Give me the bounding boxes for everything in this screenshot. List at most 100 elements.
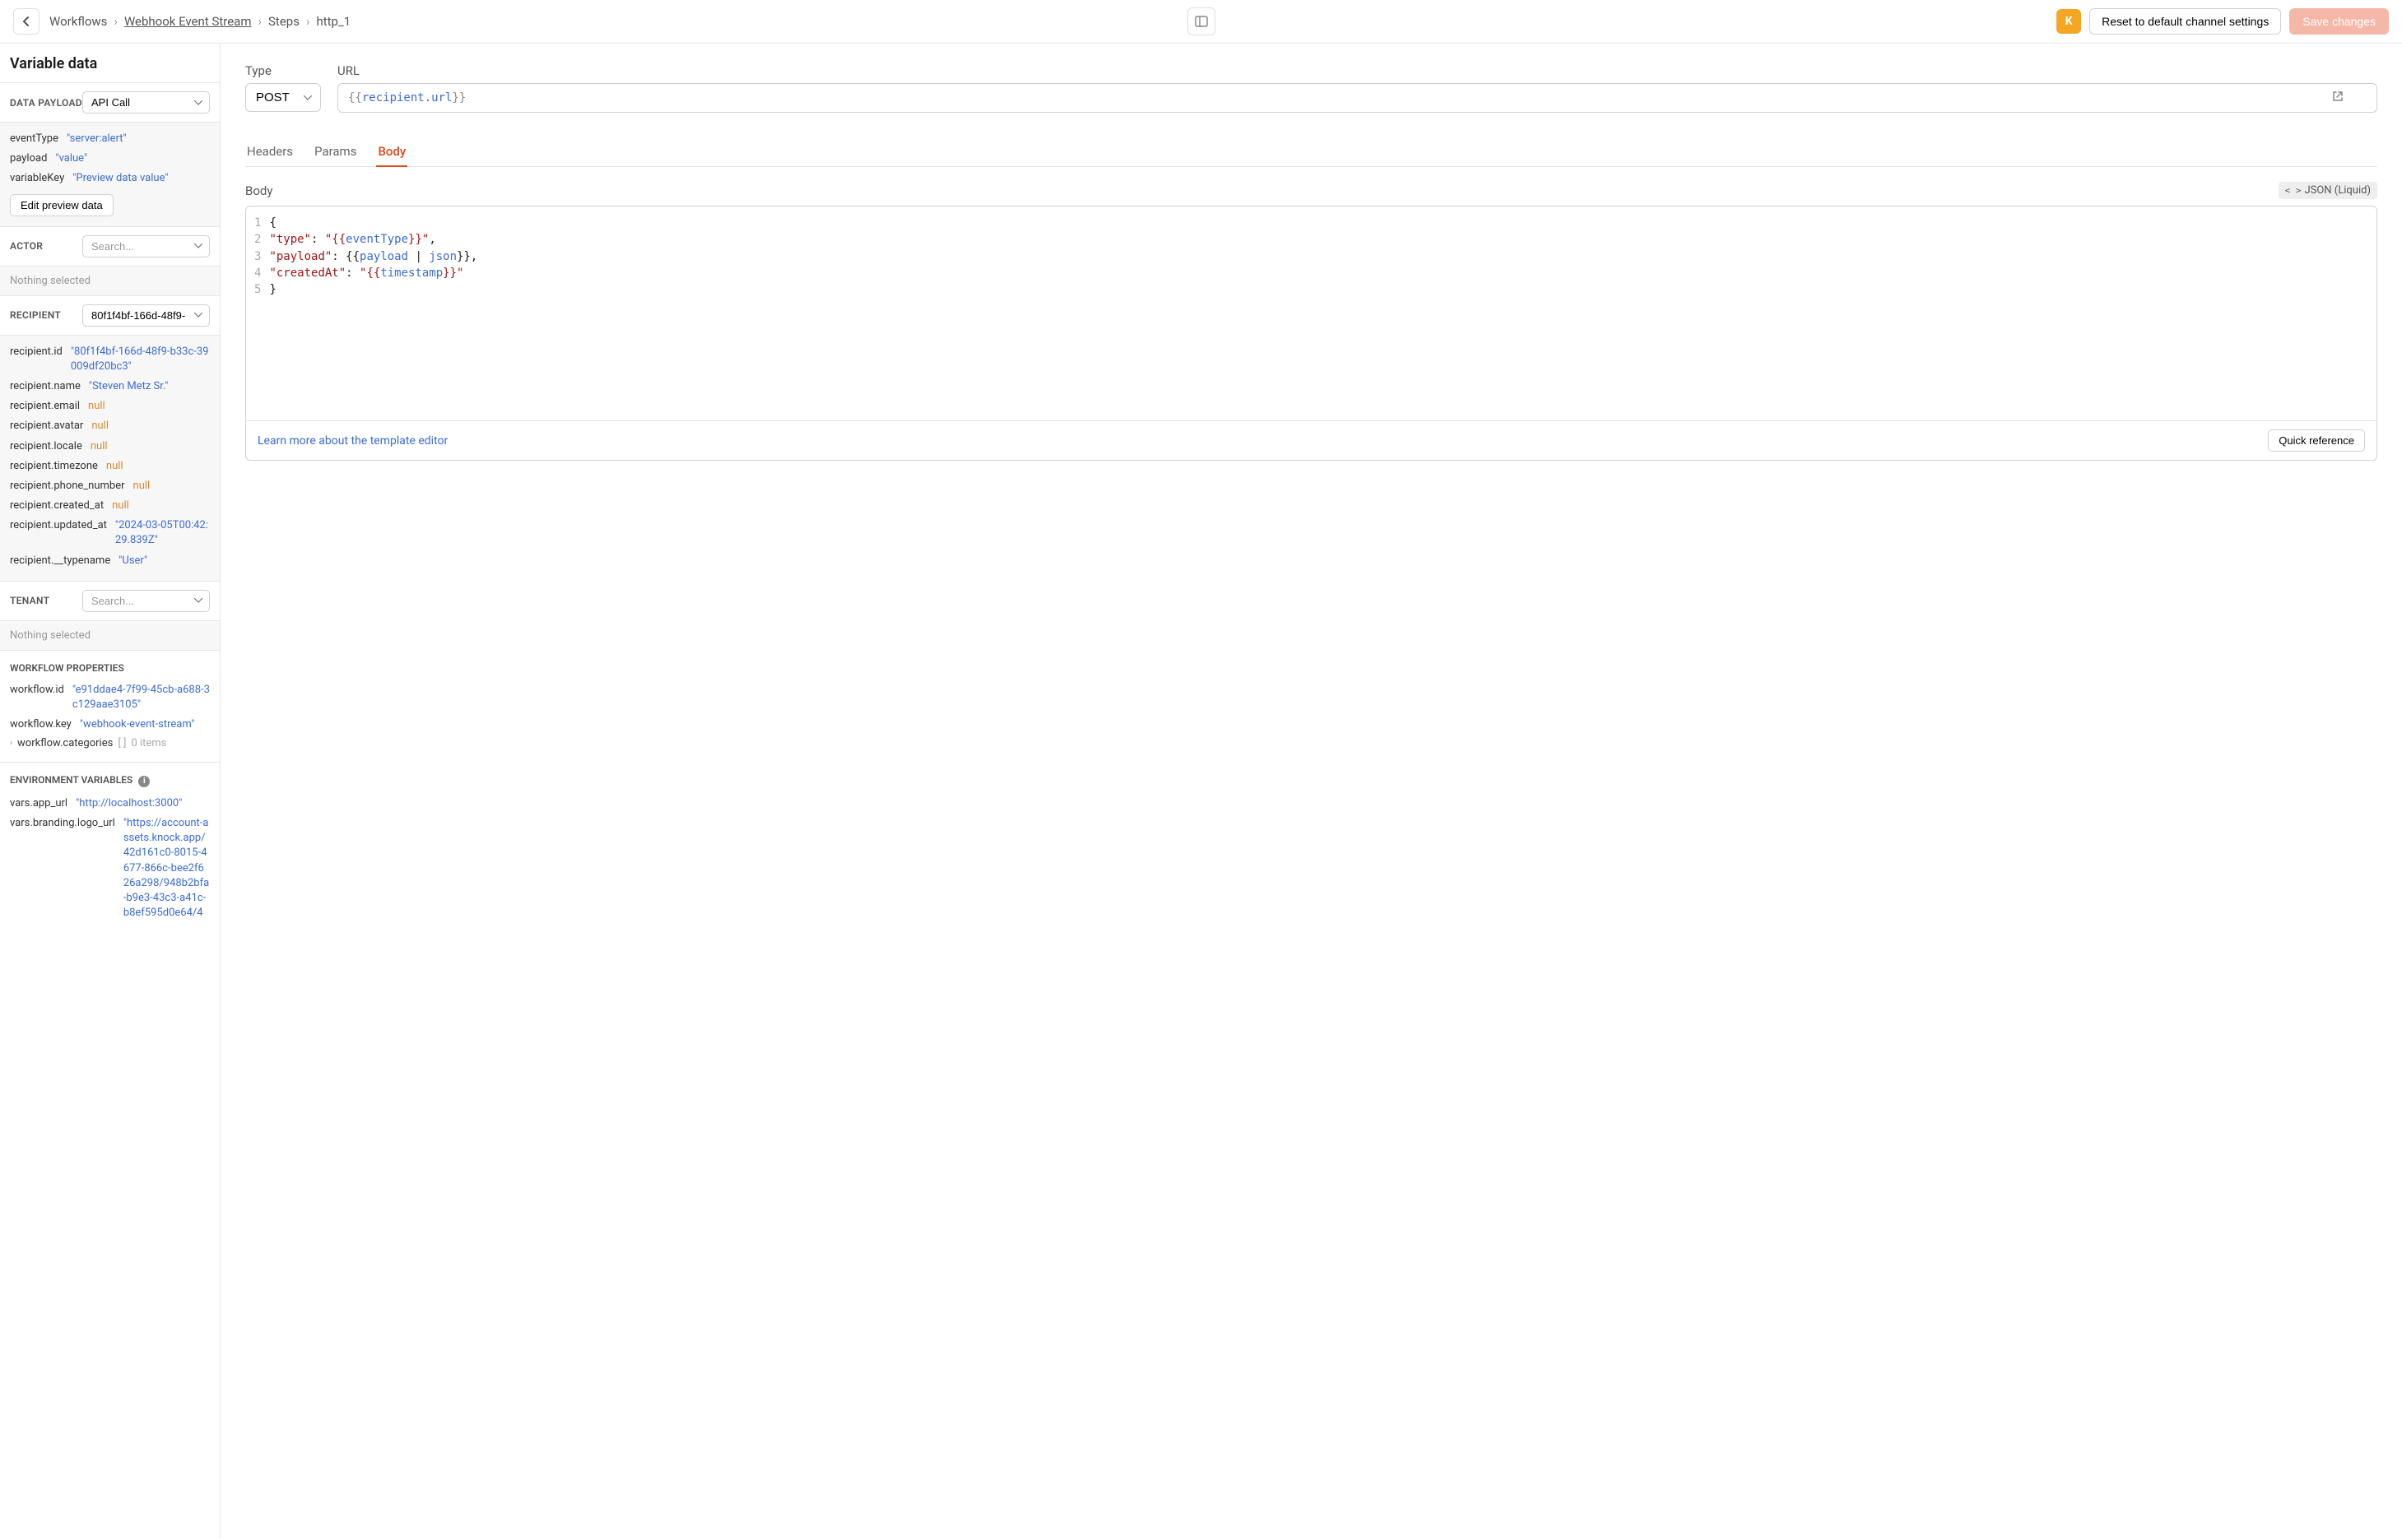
save-button[interactable]: Save changes	[2289, 8, 2389, 35]
variable-key: recipient.__typename	[10, 554, 110, 568]
variable-row[interactable]: eventType"server:alert"	[10, 129, 210, 149]
variable-key: vars.app_url	[10, 796, 67, 811]
variable-value: "Steven Metz Sr."	[89, 379, 168, 394]
format-badge-label: JSON (Liquid)	[2304, 184, 2371, 197]
chevron-right-icon: ›	[258, 14, 263, 29]
info-icon[interactable]: i	[138, 776, 150, 787]
learn-more-link[interactable]: Learn more about the template editor	[258, 434, 448, 448]
code-line: }	[269, 281, 477, 298]
back-button[interactable]	[13, 8, 39, 35]
recipient-select[interactable]: 80f1f4bf-166d-48f9-b33c	[82, 304, 210, 327]
tab-headers[interactable]: Headers	[245, 137, 295, 167]
variable-value: null	[88, 399, 105, 414]
variable-value: "value"	[55, 151, 87, 166]
variable-value: "webhook-event-stream"	[80, 717, 194, 732]
variable-value: null	[91, 419, 109, 434]
variable-value: "User"	[118, 554, 147, 568]
variable-key: recipient.name	[10, 379, 81, 394]
variable-value: "server:alert"	[67, 132, 127, 146]
reset-button[interactable]: Reset to default channel settings	[2089, 8, 2281, 35]
variable-row[interactable]: recipient.localenull	[10, 437, 210, 457]
code-icon: < >	[2285, 185, 2302, 196]
code-line: {	[269, 215, 477, 231]
variable-value: null	[106, 459, 123, 474]
breadcrumb-steps[interactable]: Steps	[268, 14, 300, 29]
variable-row[interactable]: recipient.updated_at"2024-03-05T00:42:29…	[10, 516, 210, 550]
quick-reference-button[interactable]: Quick reference	[2268, 429, 2365, 452]
breadcrumb-workflows[interactable]: Workflows	[49, 14, 107, 29]
url-column: URL {{recipient.url}}	[337, 63, 2377, 113]
line-gutter: 12345	[246, 206, 269, 420]
variable-row[interactable]: variableKey"Preview data value"	[10, 169, 210, 188]
chevron-right-icon: ›	[10, 739, 12, 748]
data-payload-select[interactable]: API Call	[82, 91, 210, 114]
header-left: Workflows › Webhook Event Stream › Steps…	[13, 8, 351, 35]
chevron-left-icon	[21, 16, 32, 27]
type-column: Type POST	[245, 63, 321, 113]
url-input[interactable]: {{recipient.url}}	[337, 83, 2377, 113]
url-label: URL	[337, 63, 2377, 78]
variable-row[interactable]: vars.branding.logo_url"https://account-a…	[10, 814, 210, 923]
actor-search[interactable]: Search...	[82, 235, 210, 257]
edit-preview-data-button[interactable]: Edit preview data	[10, 194, 114, 216]
tenant-search[interactable]: Search...	[82, 590, 210, 612]
variable-key: recipient.email	[10, 399, 80, 414]
panel-icon	[1195, 16, 1208, 27]
variable-value: null	[133, 479, 151, 494]
variable-key: workflow.key	[10, 717, 72, 732]
variable-row[interactable]: recipient.created_atnull	[10, 496, 210, 516]
variable-value: "2024-03-05T00:42:29.839Z"	[115, 518, 210, 548]
tab-params[interactable]: Params	[313, 137, 358, 167]
breadcrumb-step-name: http_1	[316, 14, 351, 29]
main: Type POST URL {{recipient.url}} Headers …	[221, 44, 2402, 1538]
actor-nothing-selected: Nothing selected	[0, 266, 220, 295]
editor-footer: Learn more about the template editor Qui…	[246, 420, 2376, 460]
section-actor: ACTOR Search... Nothing selected	[0, 226, 220, 295]
tab-body[interactable]: Body	[376, 137, 407, 167]
variable-row[interactable]: vars.app_url"http://localhost:3000"	[10, 794, 210, 814]
variable-row[interactable]: payload"value"	[10, 149, 210, 169]
type-select[interactable]: POST	[245, 83, 321, 112]
variable-key: recipient.id	[10, 345, 63, 374]
variable-value: "https://account-assets.knock.app/42d161…	[123, 816, 210, 921]
tenant-nothing-selected: Nothing selected	[0, 620, 220, 650]
actor-label: ACTOR	[10, 240, 43, 252]
format-badge[interactable]: < > JSON (Liquid)	[2279, 182, 2377, 199]
header-right: K Reset to default channel settings Save…	[2056, 8, 2389, 35]
external-link-icon[interactable]	[2332, 90, 2344, 105]
brand-logo[interactable]: K	[2056, 9, 2081, 34]
toggle-panel-button[interactable]	[1187, 7, 1215, 35]
variable-row[interactable]: recipient.phone_number null	[10, 476, 210, 496]
variable-row[interactable]: recipient.name "Steven Metz Sr."	[10, 377, 210, 397]
variable-row[interactable]: recipient.timezone null	[10, 457, 210, 476]
variable-row[interactable]: workflow.id"e91ddae4-7f99-45cb-a688-3c12…	[10, 680, 210, 715]
breadcrumb-workflow-name[interactable]: Webhook Event Stream	[124, 14, 252, 29]
editor-pane[interactable]: 12345 {"type": "{{eventType}}","payload"…	[246, 206, 2376, 420]
code-line: "payload": {{payload | json}},	[269, 248, 477, 265]
body-header: Body < > JSON (Liquid)	[245, 182, 2377, 199]
variable-row[interactable]: recipient.id"80f1f4bf-166d-48f9-b33c-390…	[10, 342, 210, 377]
workflow-categories-count: 0 items	[131, 737, 166, 749]
variable-key: workflow.id	[10, 683, 64, 712]
workflow-properties-label: WORKFLOW PROPERTIES	[0, 651, 220, 680]
recipient-label: RECIPIENT	[10, 309, 61, 321]
variable-row[interactable]: workflow.key "webhook-event-stream"	[10, 715, 210, 735]
chevron-right-icon: ›	[306, 14, 310, 29]
variable-key: recipient.timezone	[10, 459, 98, 474]
variable-key: recipient.locale	[10, 439, 82, 454]
variable-row[interactable]: recipient.__typename "User"	[10, 551, 210, 571]
type-label: Type	[245, 63, 321, 78]
variable-row[interactable]: recipient.email null	[10, 397, 210, 416]
breadcrumb: Workflows › Webhook Event Stream › Steps…	[49, 14, 351, 29]
url-content: {{recipient.url}}	[348, 91, 466, 104]
variable-key: variableKey	[10, 171, 64, 186]
layout: Variable data DATA PAYLOAD API Call even…	[0, 44, 2402, 1538]
workflow-categories-row[interactable]: › workflow.categories [ ] 0 items	[10, 735, 210, 752]
code-line: "type": "{{eventType}}",	[269, 231, 477, 248]
code-line: "createdAt": "{{timestamp}}"	[269, 265, 477, 281]
variable-key: recipient.phone_number	[10, 479, 125, 494]
body-title: Body	[245, 183, 272, 198]
code-area[interactable]: {"type": "{{eventType}}","payload": {{pa…	[269, 206, 486, 420]
tabs: Headers Params Body	[245, 137, 2377, 167]
variable-row[interactable]: recipient.avatarnull	[10, 416, 210, 436]
